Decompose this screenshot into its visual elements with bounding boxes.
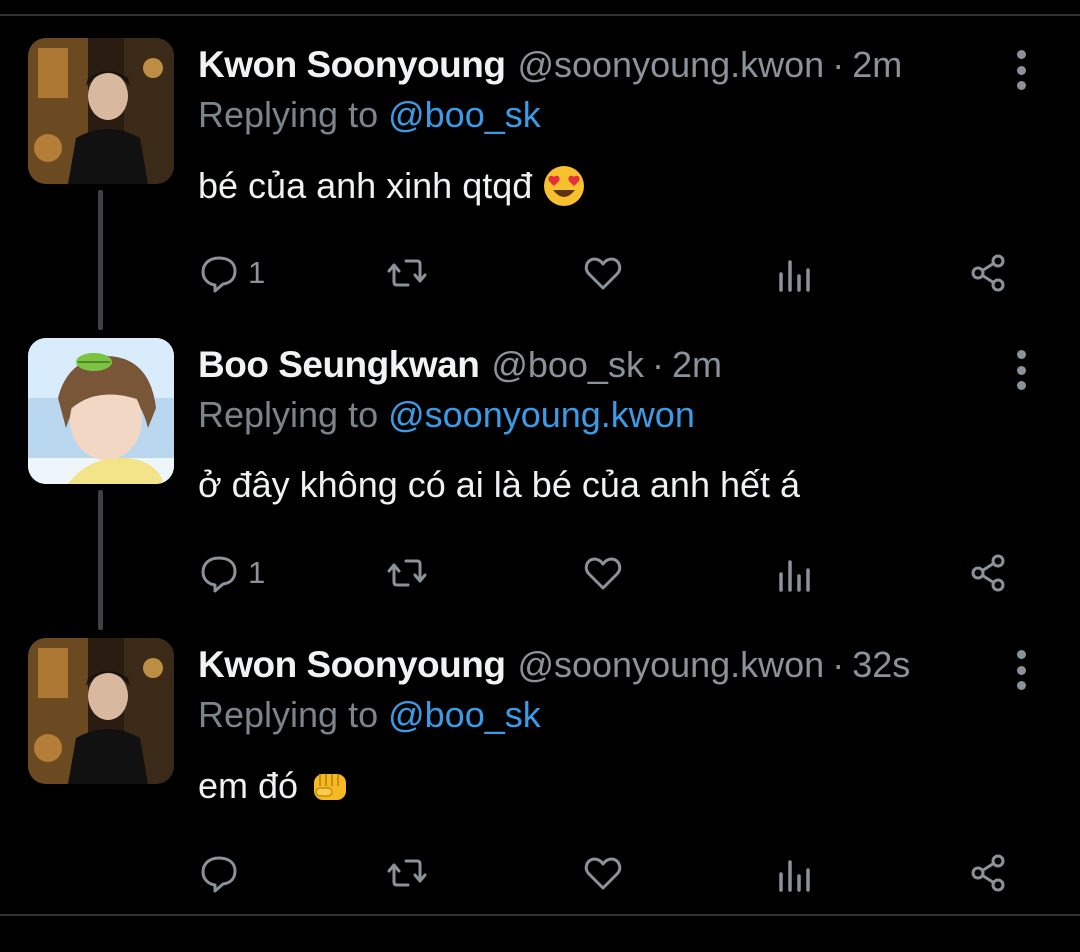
retweet-icon	[387, 259, 427, 287]
tweet-header: Kwon Soonyoung @soonyoung.kwon · 2m	[198, 44, 902, 96]
replying-to: Replying to @boo_sk	[198, 94, 541, 136]
tweet-text: ở đây không có ai là bé của anh hết á	[198, 464, 800, 506]
handle-time: @soonyoung.kwon · 2m	[517, 44, 902, 86]
fist-emoji-icon	[308, 764, 352, 808]
like-button[interactable]	[582, 548, 624, 598]
mention-link[interactable]: @boo_sk	[388, 94, 541, 135]
tweet-header: Boo Seungkwan @boo_sk · 2m	[198, 344, 722, 396]
reply-count: 1	[248, 255, 266, 290]
tweet-header: Kwon Soonyoung @soonyoung.kwon · 32s	[198, 644, 910, 696]
tweet-body: bé của anh xinh qtqđ	[198, 165, 533, 206]
avatar[interactable]	[28, 338, 174, 484]
share-button[interactable]	[968, 248, 1010, 298]
author-name[interactable]: Kwon Soonyoung	[198, 44, 506, 86]
tweet-text: bé của anh xinh qtqđ	[198, 164, 586, 208]
heart-icon	[584, 257, 622, 290]
reply-button[interactable]: 1	[198, 248, 265, 298]
tweet-actions: 1	[198, 548, 1038, 598]
bottom-divider	[0, 914, 1080, 916]
retweet-button[interactable]	[386, 848, 428, 898]
tweet[interactable]: Boo Seungkwan @boo_sk · 2m Replying to @so…	[0, 338, 1080, 638]
bar-chart-icon	[779, 560, 810, 592]
view-stats-button[interactable]	[776, 848, 818, 898]
replying-to: Replying to @boo_sk	[198, 694, 541, 736]
avatar-image	[28, 338, 174, 484]
mention-link[interactable]: @soonyoung.kwon	[388, 394, 695, 435]
retweet-button[interactable]	[386, 548, 428, 598]
share-icon	[971, 554, 1005, 592]
top-divider	[0, 14, 1080, 16]
reply-icon	[201, 556, 237, 593]
reply-icon	[201, 256, 237, 293]
like-button[interactable]	[582, 248, 624, 298]
timestamp[interactable]: 2m	[672, 344, 722, 385]
avatar-image	[28, 38, 174, 184]
replying-prefix: Replying to	[198, 694, 389, 735]
view-stats-button[interactable]	[776, 248, 818, 298]
tweet-actions: 1	[198, 248, 1038, 298]
share-icon	[971, 254, 1005, 292]
more-options-icon[interactable]	[1006, 650, 1036, 690]
reply-count: 1	[248, 555, 266, 590]
like-button[interactable]	[582, 848, 624, 898]
share-button[interactable]	[968, 848, 1010, 898]
replying-to: Replying to @soonyoung.kwon	[198, 394, 695, 436]
reply-button[interactable]	[198, 848, 248, 898]
tweet-body: em đó	[198, 765, 299, 806]
timestamp[interactable]: 2m	[852, 44, 902, 85]
separator-dot: ·	[832, 44, 845, 85]
avatar[interactable]	[28, 638, 174, 784]
tweet[interactable]: Kwon Soonyoung @soonyoung.kwon · 2m Replyi…	[0, 38, 1080, 338]
author-handle[interactable]: @soonyoung.kwon	[517, 44, 824, 85]
reply-button[interactable]: 1	[198, 548, 265, 598]
tweet-body: ở đây không có ai là bé của anh hết á	[198, 464, 801, 505]
handle-time: @boo_sk · 2m	[491, 344, 722, 386]
author-handle[interactable]: @boo_sk	[491, 344, 644, 385]
separator-dot: ·	[651, 344, 664, 385]
replying-prefix: Replying to	[198, 94, 389, 135]
author-name[interactable]: Kwon Soonyoung	[198, 644, 506, 686]
heart-icon	[584, 857, 622, 890]
mention-link[interactable]: @boo_sk	[388, 694, 541, 735]
retweet-icon	[387, 559, 427, 587]
heart-eyes-emoji-icon	[542, 164, 586, 208]
handle-time: @soonyoung.kwon · 32s	[517, 644, 910, 686]
share-button[interactable]	[968, 548, 1010, 598]
thread-view: Kwon Soonyoung @soonyoung.kwon · 2m Replyi…	[0, 0, 1080, 952]
tweet[interactable]: Kwon Soonyoung @soonyoung.kwon · 32s Reply…	[0, 638, 1080, 938]
view-stats-button[interactable]	[776, 548, 818, 598]
more-options-icon[interactable]	[1006, 50, 1036, 90]
retweet-button[interactable]	[386, 248, 428, 298]
share-icon	[971, 854, 1005, 892]
avatar[interactable]	[28, 38, 174, 184]
bar-chart-icon	[779, 860, 810, 892]
tweet-text: em đó	[198, 764, 352, 808]
heart-icon	[584, 557, 622, 590]
reply-icon	[201, 856, 237, 893]
author-handle[interactable]: @soonyoung.kwon	[517, 644, 824, 685]
avatar-image	[28, 638, 174, 784]
tweet-actions	[198, 848, 1038, 898]
retweet-icon	[387, 859, 427, 887]
timestamp[interactable]: 32s	[852, 644, 910, 685]
bar-chart-icon	[779, 260, 810, 292]
replying-prefix: Replying to	[198, 394, 389, 435]
author-name[interactable]: Boo Seungkwan	[198, 344, 480, 386]
more-options-icon[interactable]	[1006, 350, 1036, 390]
separator-dot: ·	[832, 644, 845, 685]
